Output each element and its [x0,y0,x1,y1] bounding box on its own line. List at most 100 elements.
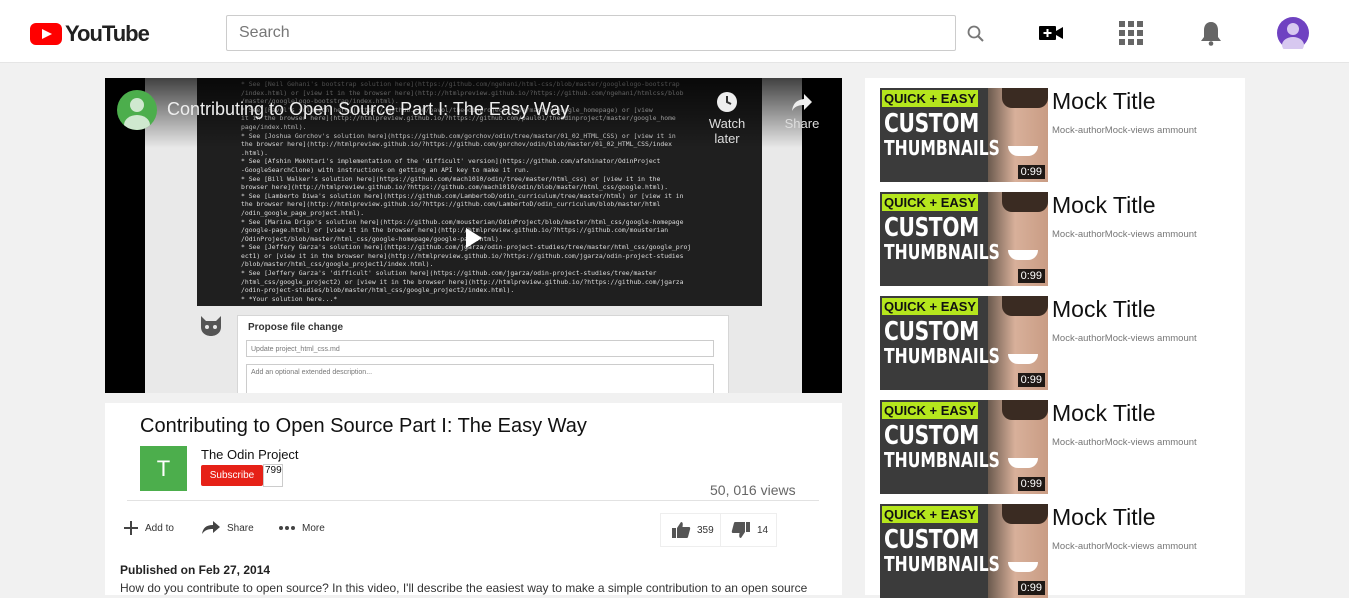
plus-icon [124,521,138,535]
channel-name[interactable]: The Odin Project [201,447,299,462]
dislike-count: 14 [757,524,769,536]
related-video-item[interactable]: QUICK + EASY CUSTOM THUMBNAILS 0:99 Mock Tit… [880,182,1240,286]
thumbnail-text-3: THUMBNAILS [884,344,1000,368]
add-to-label: Add to [145,522,174,534]
thumbnail-text-2: CUSTOM [884,109,979,139]
youtube-logo-icon [30,23,62,45]
video-thumbnail[interactable]: QUICK + EASY CUSTOM THUMBNAILS 0:99 [880,88,1048,182]
code-line: * *Your solution here...* [241,294,338,303]
related-video-meta: Mock-authorMock-views ammount [1052,229,1197,240]
add-to-button[interactable]: Add to [123,517,174,539]
duration-badge: 0:99 [1017,165,1045,179]
watch-later-button[interactable]: Watch later [697,90,757,146]
thumbs-up-icon [672,522,691,538]
duration-badge: 0:99 [1017,373,1045,387]
share-label: Share [227,522,254,534]
thumbnail-text-1: QUICK + EASY [882,506,979,523]
code-line: /OdinProject/blob/master/html_css/google… [241,234,503,243]
thumbnail-text-1: QUICK + EASY [882,298,979,315]
thumbnail-text-1: QUICK + EASY [882,194,979,211]
code-line: ect1) or [view it in the browser here](h… [241,251,684,260]
thumbnail-text-2: CUSTOM [884,421,979,451]
apps-grid-icon[interactable] [1118,20,1144,46]
upload-video-icon[interactable] [1038,20,1064,46]
related-video-item[interactable]: QUICK + EASY CUSTOM THUMBNAILS 0:99 Mock Tit… [880,286,1240,390]
share-button[interactable]: Share [201,517,254,539]
thumbnail-text-3: THUMBNAILS [884,240,1000,264]
code-line: the browser here](http://htmlpreview.git… [241,200,661,209]
video-player[interactable]: * See [Neil Gehani's bootstrap solution … [105,78,842,393]
commit-summary-field: Update project_html_css.md [246,340,714,357]
published-date: Published on Feb 27, 2014 [120,563,271,577]
thumbnail-text-2: CUSTOM [884,213,979,243]
notifications-bell-icon[interactable] [1198,20,1224,46]
related-video-meta: Mock-authorMock-views ammount [1052,333,1197,344]
code-line: /blob/master/html_css/google_project1/in… [241,260,434,269]
subscriber-count: 799 [263,464,283,487]
code-line: * See [Bill Walker's solution here](http… [241,174,661,183]
related-videos-list: QUICK + EASY CUSTOM THUMBNAILS 0:99 Mock Tit… [865,78,1245,598]
code-line: /google-page.html) or [view it in the br… [241,226,669,235]
related-video-title[interactable]: Mock Title [1052,88,1156,115]
watch-later-label: Watch later [708,116,746,146]
search-icon[interactable] [964,22,988,46]
like-button[interactable]: 359 [660,513,721,547]
share-label: Share [784,116,820,131]
thumbnail-text-3: THUMBNAILS [884,448,1000,472]
thumbs-down-icon [731,522,750,538]
user-avatar-icon[interactable] [1277,17,1309,53]
channel-avatar-icon[interactable] [117,90,157,130]
thumbnail-text-2: CUSTOM [884,317,979,347]
view-count: 50, 016 views [710,482,796,498]
propose-file-change-title: Propose file change [248,322,344,333]
play-icon[interactable] [460,225,486,251]
player-share-button[interactable]: Share [772,90,832,131]
video-info-card: Contributing to Open Source Part I: The … [105,403,842,595]
more-button[interactable]: More [278,517,325,539]
more-dots-icon [279,526,295,530]
code-line: * See [Afshin Mokhtari's implementation … [241,157,661,166]
code-line: * See [Jeffery Garza's solution here](ht… [241,243,692,252]
video-thumbnail[interactable]: QUICK + EASY CUSTOM THUMBNAILS 0:99 [880,504,1048,598]
related-video-item[interactable]: QUICK + EASY CUSTOM THUMBNAILS 0:99 Mock Tit… [880,78,1240,182]
duration-badge: 0:99 [1017,581,1045,595]
player-title[interactable]: Contributing to Open Source Part I: The … [167,99,569,120]
thumbnail-text-3: THUMBNAILS [884,552,1000,576]
video-thumbnail[interactable]: QUICK + EASY CUSTOM THUMBNAILS 0:99 [880,400,1048,494]
related-video-item[interactable]: QUICK + EASY CUSTOM THUMBNAILS 0:99 Mock Tit… [880,390,1240,494]
related-video-title[interactable]: Mock Title [1052,296,1156,323]
thumbnail-text-1: QUICK + EASY [882,402,979,419]
code-line: * See [Lamberto Diwa's solution here](ht… [241,191,684,200]
video-thumbnail[interactable]: QUICK + EASY CUSTOM THUMBNAILS 0:99 [880,296,1048,390]
code-line: .html). [241,148,268,157]
channel-avatar[interactable]: T [140,446,187,491]
code-line: /odin-project-studies/blob/master/html_c… [241,286,515,295]
thumbnail-text-3: THUMBNAILS [884,136,1000,160]
related-video-item[interactable]: QUICK + EASY CUSTOM THUMBNAILS 0:99 Mock Tit… [880,494,1240,598]
code-line: /html_css/google_project2) or [view it i… [241,277,684,286]
duration-badge: 0:99 [1017,269,1045,283]
related-video-meta: Mock-authorMock-views ammount [1052,125,1197,136]
search-input[interactable] [226,15,956,51]
code-line: -GoogleSearchClone) with instructions on… [241,165,530,174]
related-video-title[interactable]: Mock Title [1052,504,1156,531]
related-video-title[interactable]: Mock Title [1052,192,1156,219]
related-video-title[interactable]: Mock Title [1052,400,1156,427]
subscribe-button[interactable]: Subscribe [201,465,263,486]
divider [127,500,819,501]
clock-icon [717,92,737,112]
commit-description-field: Add an optional extended description... [246,364,714,393]
code-line: browser here](http://htmlpreview.github.… [241,183,669,192]
dislike-button[interactable]: 14 [720,513,778,547]
more-label: More [302,522,325,534]
thumbnail-text-2: CUSTOM [884,525,979,555]
video-thumbnail[interactable]: QUICK + EASY CUSTOM THUMBNAILS 0:99 [880,192,1048,286]
code-line: * See [Marina Drigo's solution here](htt… [241,217,684,226]
logo-text: YouTube [65,21,150,46]
propose-file-change-panel: Propose file change Update project_html_… [237,315,729,393]
like-count: 359 [697,524,714,536]
youtube-logo[interactable]: YouTube [30,21,150,46]
share-arrow-icon [792,94,812,111]
video-description: How do you contribute to open source? In… [120,581,808,595]
related-video-meta: Mock-authorMock-views ammount [1052,541,1197,552]
